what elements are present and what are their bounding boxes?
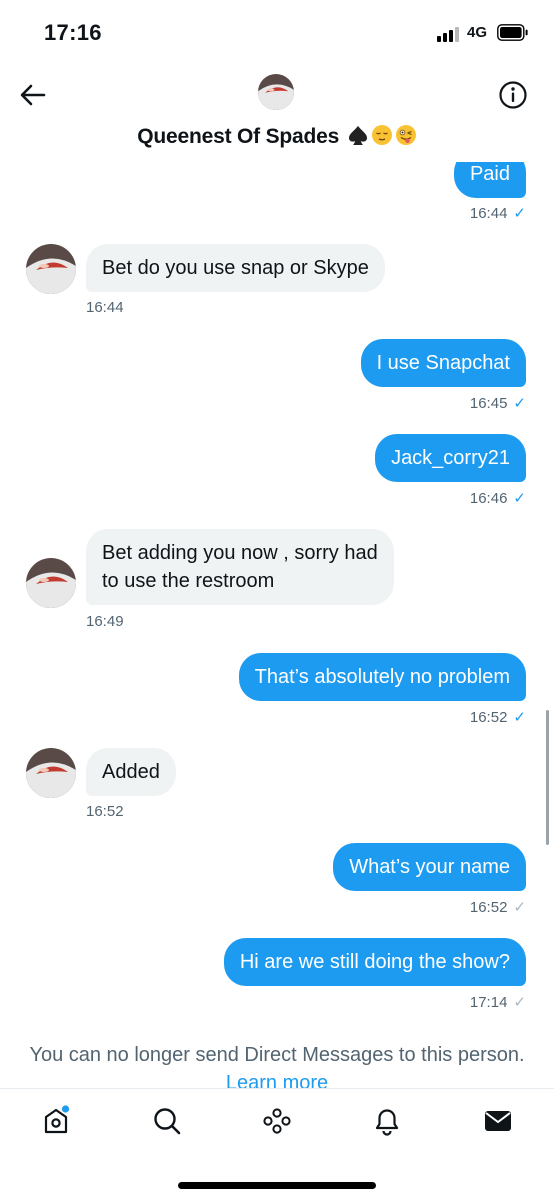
message-bubble-sent[interactable]: Jack_corry21 bbox=[375, 434, 526, 482]
sent-check-icon: ✓ bbox=[513, 899, 526, 916]
info-icon[interactable] bbox=[498, 80, 528, 110]
arrow-left-icon[interactable] bbox=[18, 80, 48, 110]
network-type: 4G bbox=[467, 24, 488, 41]
signal-strength-icon bbox=[437, 26, 463, 42]
timestamp-text: 16:52 bbox=[86, 803, 124, 820]
message-list[interactable]: Paid 16:44 ✓ Bet do you use snap or Skype… bbox=[0, 162, 554, 1042]
message-bubble-sent[interactable]: I use Snapchat bbox=[360, 339, 526, 387]
message-text: Jack_corry21 bbox=[391, 447, 510, 469]
message-text: Hi are we still doing the show? bbox=[239, 951, 510, 973]
message-timestamp: 16:44 bbox=[86, 299, 124, 316]
read-check-icon: ✓ bbox=[513, 709, 526, 726]
avatar-image bbox=[258, 74, 294, 110]
page-title: Queenest Of Spades bbox=[0, 124, 554, 149]
avatar-image bbox=[26, 748, 76, 798]
timestamp-text: 17:14 bbox=[469, 994, 508, 1011]
message-bubble-sent[interactable]: Paid bbox=[453, 162, 526, 198]
message-bubble-received[interactable]: Added bbox=[86, 748, 176, 796]
sent-check-icon: ✓ bbox=[513, 994, 526, 1011]
scrollbar[interactable] bbox=[546, 710, 549, 845]
message-text: I use Snapchat bbox=[376, 352, 510, 374]
avatar[interactable] bbox=[26, 244, 76, 294]
avatar[interactable] bbox=[26, 558, 76, 608]
read-check-icon: ✓ bbox=[513, 490, 526, 507]
avatar-image bbox=[26, 558, 76, 608]
message-text: What’s your name bbox=[349, 856, 510, 878]
battery-icon bbox=[497, 24, 528, 41]
notifications-icon[interactable] bbox=[371, 1105, 403, 1137]
message-bubble-sent[interactable]: Hi are we still doing the show? bbox=[223, 938, 526, 986]
status-time: 17:16 bbox=[44, 20, 102, 45]
message-text: Paid bbox=[469, 163, 510, 185]
message-bubble-sent[interactable]: That’s absolutely no problem bbox=[238, 653, 526, 701]
message-text: Bet do you use snap or Skype bbox=[102, 257, 369, 279]
message-bubble-received[interactable]: Bet adding you now , sorry had to use th… bbox=[86, 529, 394, 605]
message-timestamp: 16:44 ✓ bbox=[470, 204, 526, 222]
contact-name: Queenest Of Spades bbox=[137, 125, 340, 148]
timestamp-text: 16:49 bbox=[86, 613, 124, 630]
relieved-face-emoji bbox=[371, 125, 392, 145]
dm-disabled-notice: You can no longer send Direct Messages t… bbox=[29, 1044, 525, 1066]
timestamp-text: 16:44 bbox=[86, 299, 124, 316]
conversation-header: Queenest Of Spades bbox=[0, 62, 554, 162]
avatar[interactable] bbox=[26, 748, 76, 798]
home-icon[interactable] bbox=[40, 1105, 72, 1137]
read-check-icon: ✓ bbox=[513, 205, 526, 222]
message-bubble-received[interactable]: Bet do you use snap or Skype bbox=[86, 244, 385, 292]
spaces-icon[interactable] bbox=[261, 1105, 293, 1137]
avatar[interactable] bbox=[258, 74, 294, 110]
message-timestamp: 16:52 bbox=[86, 803, 124, 820]
message-bubble-sent[interactable]: What’s your name bbox=[333, 843, 526, 891]
timestamp-text: 16:52 bbox=[469, 899, 508, 916]
message-timestamp: 16:52 ✓ bbox=[470, 898, 526, 916]
status-bar: 17:16 4G bbox=[0, 0, 554, 62]
message-timestamp: 16:49 bbox=[86, 613, 124, 630]
message-timestamp: 16:46 ✓ bbox=[470, 489, 526, 507]
home-indicator[interactable] bbox=[178, 1182, 376, 1189]
timestamp-text: 16:46 bbox=[469, 490, 508, 507]
timestamp-text: 16:44 bbox=[469, 205, 508, 222]
avatar-image bbox=[26, 244, 76, 294]
message-timestamp: 17:14 ✓ bbox=[470, 993, 526, 1011]
message-timestamp: 16:52 ✓ bbox=[470, 708, 526, 726]
message-text-line: to use the restroom bbox=[102, 570, 275, 592]
learn-more-link[interactable]: Learn more bbox=[0, 1072, 554, 1088]
winking-tongue-emoji bbox=[395, 125, 416, 145]
message-text: That’s absolutely no problem bbox=[254, 666, 510, 688]
timestamp-text: 16:45 bbox=[469, 395, 508, 412]
message-timestamp: 16:45 ✓ bbox=[470, 394, 526, 412]
message-text-line: Bet adding you now , sorry had bbox=[102, 542, 378, 564]
read-check-icon: ✓ bbox=[513, 395, 526, 412]
timestamp-text: 16:52 bbox=[469, 709, 508, 726]
search-icon[interactable] bbox=[151, 1105, 183, 1137]
spade-emoji bbox=[348, 126, 367, 145]
message-text: Added bbox=[102, 761, 160, 783]
messages-icon[interactable] bbox=[482, 1105, 514, 1137]
